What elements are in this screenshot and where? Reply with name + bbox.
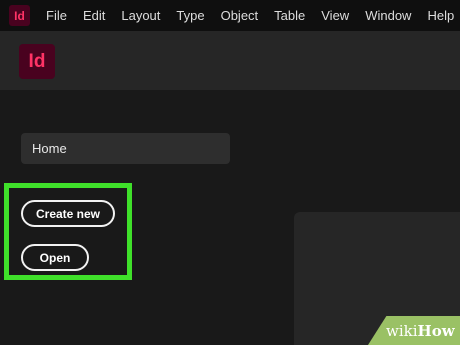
create-new-button[interactable]: Create new xyxy=(21,200,115,227)
menu-view[interactable]: View xyxy=(321,8,349,23)
sidebar-item-home[interactable]: Home xyxy=(21,133,230,164)
menu-items: File Edit Layout Type Object Table View … xyxy=(46,0,460,31)
indesign-logo-icon: Id xyxy=(19,44,55,79)
menu-help[interactable]: Help xyxy=(427,8,454,23)
app-header: Id xyxy=(0,31,460,90)
menu-file[interactable]: File xyxy=(46,8,67,23)
menu-edit[interactable]: Edit xyxy=(83,8,105,23)
menu-window[interactable]: Window xyxy=(365,8,411,23)
menu-table[interactable]: Table xyxy=(274,8,305,23)
watermark-wiki: wiki xyxy=(386,322,418,340)
menu-bar: Id File Edit Layout Type Object Table Vi… xyxy=(0,0,460,31)
menu-object[interactable]: Object xyxy=(221,8,259,23)
watermark-how: How xyxy=(417,322,455,340)
wikihow-watermark: wikiHow xyxy=(386,322,455,340)
open-button[interactable]: Open xyxy=(21,244,89,271)
indesign-app-icon: Id xyxy=(9,5,30,26)
menu-type[interactable]: Type xyxy=(176,8,204,23)
menu-layout[interactable]: Layout xyxy=(121,8,160,23)
